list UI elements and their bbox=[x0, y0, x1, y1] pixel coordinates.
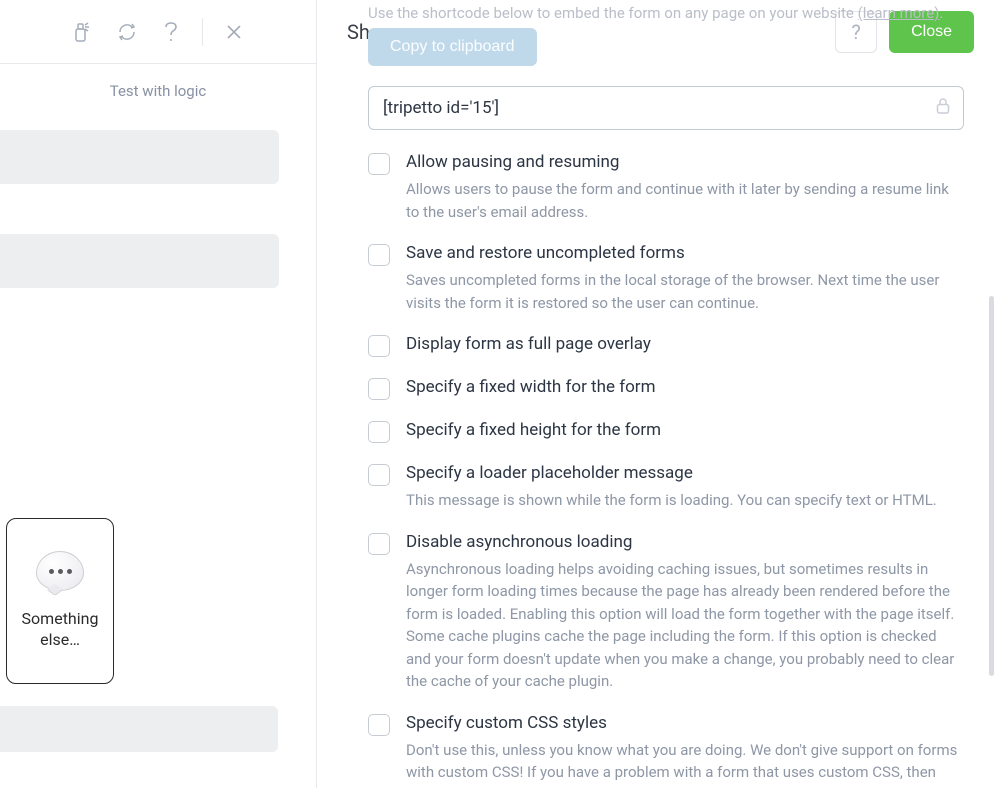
scrollbar-thumb[interactable] bbox=[989, 296, 994, 676]
option-title: Disable asynchronous loading bbox=[406, 532, 964, 552]
preview-option-label: Something else… bbox=[7, 609, 113, 651]
spray-icon[interactable] bbox=[68, 18, 96, 46]
intro-post: . bbox=[939, 4, 943, 22]
checkbox-fixed-width[interactable] bbox=[368, 378, 390, 400]
intro-text: Use the shortcode below to embed the for… bbox=[368, 0, 964, 22]
option-description: Saves uncompleted forms in the local sto… bbox=[406, 269, 964, 314]
checkbox-save-restore[interactable] bbox=[368, 244, 390, 266]
option-fixed-width: Specify a fixed width for the form bbox=[368, 377, 964, 400]
shortcode-value: [tripetto id='15'] bbox=[383, 98, 499, 118]
option-body: Specify a fixed width for the form bbox=[406, 377, 964, 400]
left-toolbar bbox=[0, 0, 316, 64]
option-body: Specify a loader placeholder message This… bbox=[406, 463, 964, 512]
intro-pre: Use the shortcode below to embed the for… bbox=[368, 4, 858, 22]
option-body: Display form as full page overlay bbox=[406, 334, 964, 357]
option-custom-css: Specify custom CSS styles Don't use this,… bbox=[368, 713, 964, 788]
option-disable-async: Disable asynchronous loading Asynchronous… bbox=[368, 532, 964, 693]
checkbox-pause[interactable] bbox=[368, 153, 390, 175]
option-title: Save and restore uncompleted forms bbox=[406, 243, 964, 263]
share-modal-body: Use the shortcode below to embed the for… bbox=[348, 0, 986, 788]
refresh-icon[interactable] bbox=[113, 18, 141, 46]
option-fixed-height: Specify a fixed height for the form bbox=[368, 420, 964, 443]
option-overlay: Display form as full page overlay bbox=[368, 334, 964, 357]
lock-icon bbox=[935, 97, 951, 120]
option-description: Allows users to pause the form and conti… bbox=[406, 178, 964, 223]
preview-placeholder-bar bbox=[0, 234, 279, 288]
option-body: Disable asynchronous loading Asynchronous… bbox=[406, 532, 964, 693]
builder-left-panel: Test with logic lp you? Something else… bbox=[0, 0, 317, 788]
close-icon[interactable] bbox=[220, 18, 248, 46]
test-with-logic-link[interactable]: Test with logic bbox=[0, 64, 316, 118]
checkbox-overlay[interactable] bbox=[368, 335, 390, 357]
checkbox-custom-css[interactable] bbox=[368, 714, 390, 736]
preview-placeholder-bar bbox=[0, 706, 278, 752]
checkbox-fixed-height[interactable] bbox=[368, 421, 390, 443]
option-title: Allow pausing and resuming bbox=[406, 152, 964, 172]
speech-bubble-icon bbox=[36, 551, 84, 591]
toolbar-divider bbox=[202, 18, 203, 46]
option-title: Specify a loader placeholder message bbox=[406, 463, 964, 483]
option-title: Specify a fixed width for the form bbox=[406, 377, 964, 397]
option-loader-msg: Specify a loader placeholder message This… bbox=[368, 463, 964, 512]
preview-placeholder-bar bbox=[0, 130, 279, 184]
copy-to-clipboard-button[interactable]: Copy to clipboard bbox=[368, 28, 537, 66]
option-body: Specify a fixed height for the form bbox=[406, 420, 964, 443]
checkbox-disable-async[interactable] bbox=[368, 533, 390, 555]
shortcode-field[interactable]: [tripetto id='15'] bbox=[368, 86, 964, 130]
option-title: Specify a fixed height for the form bbox=[406, 420, 964, 440]
checkbox-loader-msg[interactable] bbox=[368, 464, 390, 486]
learn-more-link[interactable]: (learn more) bbox=[858, 4, 940, 22]
help-icon[interactable] bbox=[157, 18, 185, 46]
option-body: Specify custom CSS styles Don't use this,… bbox=[406, 713, 964, 788]
option-description: Asynchronous loading helps avoiding cach… bbox=[406, 558, 964, 693]
option-body: Allow pausing and resuming Allows users t… bbox=[406, 152, 964, 223]
form-preview: lp you? Something else… bbox=[0, 130, 317, 391]
option-description: Don't use this, unless you know what you… bbox=[406, 739, 964, 788]
embed-options-list: Allow pausing and resuming Allows users t… bbox=[368, 152, 964, 788]
option-pause: Allow pausing and resuming Allows users t… bbox=[368, 152, 964, 223]
option-title: Specify custom CSS styles bbox=[406, 713, 964, 733]
preview-question-text: lp you? bbox=[0, 318, 279, 355]
option-title: Display form as full page overlay bbox=[406, 334, 964, 354]
option-description: This message is shown while the form is … bbox=[406, 489, 964, 512]
preview-option-card[interactable]: Something else… bbox=[6, 518, 114, 684]
option-body: Save and restore uncompleted forms Saves … bbox=[406, 243, 964, 314]
option-save-restore: Save and restore uncompleted forms Saves … bbox=[368, 243, 964, 314]
